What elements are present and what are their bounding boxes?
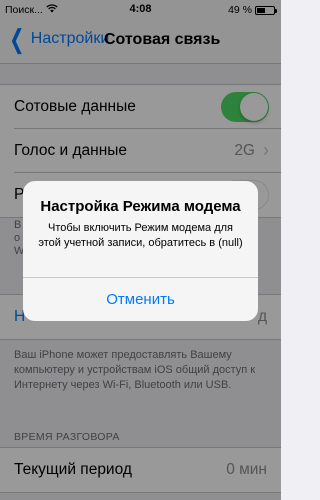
cancel-button[interactable]: Отменить: [23, 278, 258, 321]
alert-title: Настройка Режима модема: [40, 198, 241, 215]
settings-screen: Поиск... 4:08 49 % ❮ Настройки Сотовая с…: [0, 0, 281, 500]
alert-message: Чтобы включить Режим модема для этой уче…: [38, 222, 243, 249]
alert-dialog: Настройка Режима модема Чтобы включить Р…: [23, 181, 258, 321]
